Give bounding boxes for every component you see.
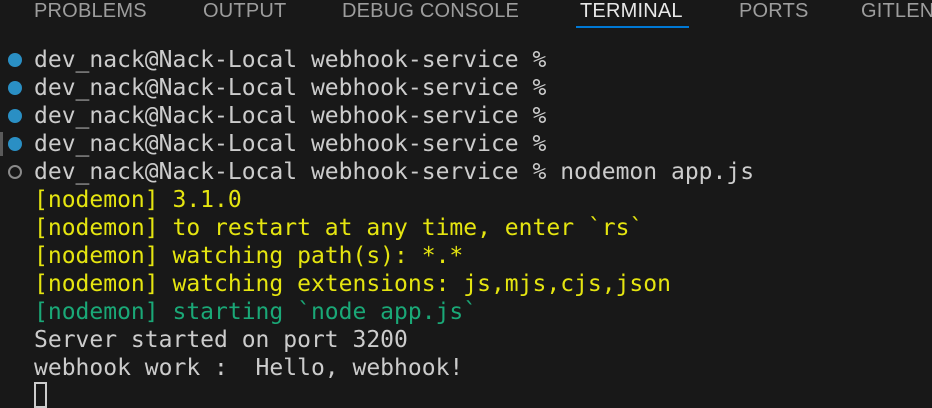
terminal-cursor [34,382,47,408]
terminal-line-nodemon-watch-extensions: [nodemon] watching extensions: js,mjs,cj… [34,271,671,297]
tab-ports[interactable]: PORTS [739,0,809,26]
terminal-output[interactable]: dev_nack@Nack-Local webhook-service % de… [0,46,932,408]
command-success-decoration-icon[interactable] [8,53,22,67]
tab-terminal-label: TERMINAL [580,0,683,22]
tab-debug-console[interactable]: DEBUG CONSOLE [342,0,519,26]
terminal-line-nodemon-starting: [nodemon] starting `node app.js` [34,299,478,325]
terminal-line-nodemon-version: [nodemon] 3.1.0 [34,187,242,213]
terminal-line-prompt: dev_nack@Nack-Local webhook-service % [34,47,547,73]
tab-problems-label: PROBLEMS [34,0,147,22]
terminal-line-webhook-output: webhook work : Hello, webhook! [34,355,464,381]
tab-gitlens-label: GITLEN [861,0,932,22]
terminal-line-command: dev_nack@Nack-Local webhook-service % no… [34,159,755,185]
terminal-line-nodemon-watch-paths: [nodemon] watching path(s): *.* [34,243,464,269]
tab-output-label: OUTPUT [203,0,287,22]
gutter-marker [0,132,3,156]
terminal-line-nodemon-restart-hint: [nodemon] to restart at any time, enter … [34,215,644,241]
tab-terminal[interactable]: TERMINAL [576,0,689,28]
terminal-line-server-started: Server started on port 3200 [34,327,408,353]
tab-gitlens[interactable]: GITLEN [861,0,932,26]
command-running-decoration-icon[interactable] [8,165,22,179]
tab-output[interactable]: OUTPUT [203,0,286,26]
tab-debug-console-label: DEBUG CONSOLE [342,0,520,22]
terminal-panel: PROBLEMS OUTPUT DEBUG CONSOLE TERMINAL P… [0,0,932,408]
panel-tab-bar: PROBLEMS OUTPUT DEBUG CONSOLE TERMINAL P… [0,0,932,34]
command-success-decoration-icon[interactable] [8,137,22,151]
tab-ports-label: PORTS [739,0,809,22]
command-success-decoration-icon[interactable] [8,109,22,123]
terminal-line-prompt: dev_nack@Nack-Local webhook-service % [34,75,547,101]
command-success-decoration-icon[interactable] [8,81,22,95]
terminal-line-prompt: dev_nack@Nack-Local webhook-service % [34,131,547,157]
active-tab-indicator [576,26,689,28]
tab-problems[interactable]: PROBLEMS [34,0,147,26]
terminal-line-prompt: dev_nack@Nack-Local webhook-service % [34,103,547,129]
